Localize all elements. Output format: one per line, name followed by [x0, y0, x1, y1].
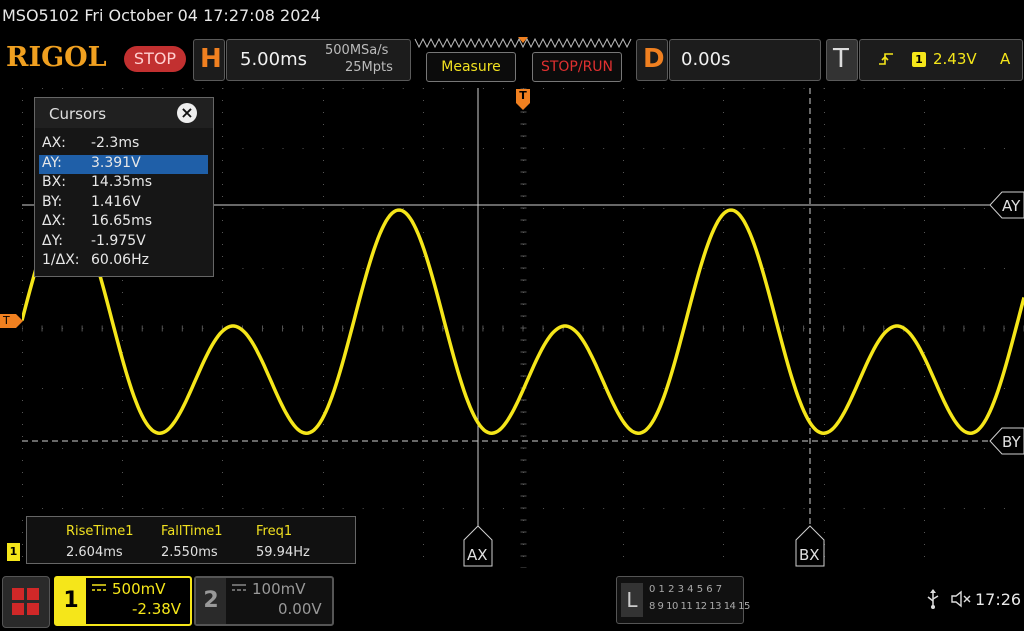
- cursor-ay-label: AY: [1002, 197, 1021, 215]
- horizontal-letter: H: [200, 44, 222, 74]
- close-icon[interactable]: ×: [177, 103, 197, 123]
- ch2-offset: 0.00V: [278, 600, 322, 618]
- measure-value: 59.94Hz: [256, 545, 310, 560]
- cursor-readout-value: -1.975V: [91, 232, 146, 249]
- trigger-position-arrow-icon: [516, 103, 530, 110]
- stop-run-button[interactable]: STOP/RUN: [532, 52, 622, 82]
- logic-channels-control[interactable]: L 0 1 2 3 4 5 6 7 8 9 10 11 12 13 14 15: [616, 576, 750, 624]
- cursor-readout-value: 1.416V: [91, 193, 141, 210]
- cursor-readout-key: AX:: [42, 135, 66, 151]
- horizontal-button[interactable]: H: [193, 39, 225, 81]
- cursor-readout-row[interactable]: ΔY: -1.975V: [39, 233, 208, 252]
- ch1-control[interactable]: 1 500mV -2.38V: [54, 576, 192, 626]
- ch2-scale: 100mV: [252, 580, 306, 598]
- sound-muted-icon[interactable]: [950, 590, 972, 608]
- delay-button[interactable]: D: [636, 39, 668, 81]
- ch1-number: 1: [56, 578, 86, 624]
- measure-name: Freq1: [256, 524, 293, 539]
- ch2-control[interactable]: 2 100mV 0.00V: [194, 576, 334, 626]
- cursor-readout-row[interactable]: ΔX: 16.65ms: [39, 213, 208, 232]
- trigger-level-marker[interactable]: T: [0, 314, 16, 328]
- trigger-level-label: T: [3, 314, 10, 327]
- measure-value: 2.604ms: [66, 545, 123, 560]
- bottom-bar: 1 500mV -2.38V 2 100mV 0.00V L 0 1 2 3 4…: [0, 572, 1024, 630]
- trigger-position-marker[interactable]: T: [516, 89, 530, 103]
- cursors-panel-title: Cursors: [49, 105, 107, 123]
- cursor-readout-row[interactable]: AY: 3.391V: [39, 154, 208, 174]
- status-line: MSO5102 Fri October 04 17:27:08 2024: [0, 0, 1024, 34]
- dc-coupling-icon: [92, 584, 106, 591]
- measure-value: 2.550ms: [161, 545, 218, 560]
- cursor-readout-key: 1/ΔX:: [42, 252, 80, 268]
- cursor-readout-key: ΔY:: [42, 232, 63, 249]
- timebase-display[interactable]: 5.00ms 500MSa/s 25Mpts: [226, 39, 411, 81]
- trigger-position-label: T: [519, 89, 527, 102]
- run-state-badge[interactable]: STOP: [124, 46, 186, 72]
- grid-menu-icon: [12, 588, 39, 615]
- system-clock: 17:26: [975, 590, 1022, 609]
- cursor-readout-value: 3.391V: [91, 154, 141, 171]
- cursor-readout-value: 16.65ms: [91, 213, 153, 229]
- cursor-readout-key: BY:: [42, 193, 63, 210]
- cursor-readout-key: BX:: [42, 174, 66, 190]
- trigger-display[interactable]: 1 2.43V A: [859, 39, 1023, 81]
- cursor-readout-value: 14.35ms: [91, 174, 153, 190]
- delay-display[interactable]: 0.00s: [669, 39, 821, 81]
- ch1-scale: 500mV: [112, 580, 166, 598]
- logic-channels-row1: 0 1 2 3 4 5 6 7: [649, 584, 723, 595]
- rigol-logo: RIGOL: [6, 42, 107, 73]
- cursor-by-label: BY: [1002, 433, 1021, 451]
- logic-channels-row2: 8 9 10 11 12 13 14 15: [649, 601, 750, 612]
- trigger-button[interactable]: T: [826, 39, 858, 81]
- dc-coupling-icon: [232, 584, 246, 591]
- cursors-panel: Cursors × AX: -2.3ms AY: 3.391V BX: 14.35ms BY…: [34, 97, 214, 277]
- home-button[interactable]: [2, 576, 50, 628]
- ch2-number: 2: [196, 578, 226, 624]
- memory-depth: 25Mpts: [345, 60, 393, 75]
- cursor-readout-value: 60.06Hz: [91, 252, 149, 268]
- cursor-readout-value: -2.3ms: [91, 135, 140, 151]
- measurement-panel[interactable]: RiseTime1 2.604ms FallTime1 2.550ms Freq…: [26, 516, 356, 564]
- cursor-readout-row[interactable]: AX: -2.3ms: [39, 135, 208, 154]
- ch1-offset-marker[interactable]: 1: [7, 543, 20, 561]
- memory-overview-strip: [413, 37, 635, 51]
- ch1-offset-label: 1: [9, 545, 18, 558]
- usb-icon: [927, 589, 939, 609]
- cursor-ax-label: AX: [467, 546, 488, 564]
- measure-button[interactable]: Measure: [426, 52, 516, 82]
- device-datetime: MSO5102 Fri October 04 17:27:08 2024: [2, 6, 321, 25]
- trigger-level-arrow-icon: [16, 314, 23, 328]
- rising-edge-icon: [879, 53, 893, 65]
- cursor-readout-row[interactable]: BY: 1.416V: [39, 194, 208, 213]
- cursor-readout-row[interactable]: BX: 14.35ms: [39, 174, 208, 193]
- ch1-offset: -2.38V: [132, 600, 182, 618]
- trigger-source-badge: 1: [912, 52, 926, 67]
- cursors-panel-header[interactable]: Cursors ×: [35, 98, 213, 128]
- trigger-mode: A: [1000, 50, 1011, 68]
- cursor-readout-key: ΔX:: [42, 213, 66, 229]
- measure-name: RiseTime1: [66, 524, 134, 539]
- delay-letter: D: [643, 44, 665, 74]
- measure-name: FallTime1: [161, 524, 223, 539]
- sample-rate: 500MSa/s: [325, 43, 389, 58]
- delay-value: 0.00s: [681, 49, 731, 70]
- trigger-level: 2.43V: [933, 50, 977, 68]
- timebase-value: 5.00ms: [240, 49, 307, 70]
- trigger-letter: T: [833, 44, 849, 74]
- toolbar: RIGOL STOP H 5.00ms 500MSa/s 25Mpts Meas…: [0, 34, 1024, 86]
- cursor-bx-label: BX: [799, 546, 820, 564]
- cursor-readout-key: AY:: [42, 154, 62, 171]
- logic-letter: L: [621, 583, 643, 617]
- cursor-readout-row[interactable]: 1/ΔX: 60.06Hz: [39, 252, 208, 271]
